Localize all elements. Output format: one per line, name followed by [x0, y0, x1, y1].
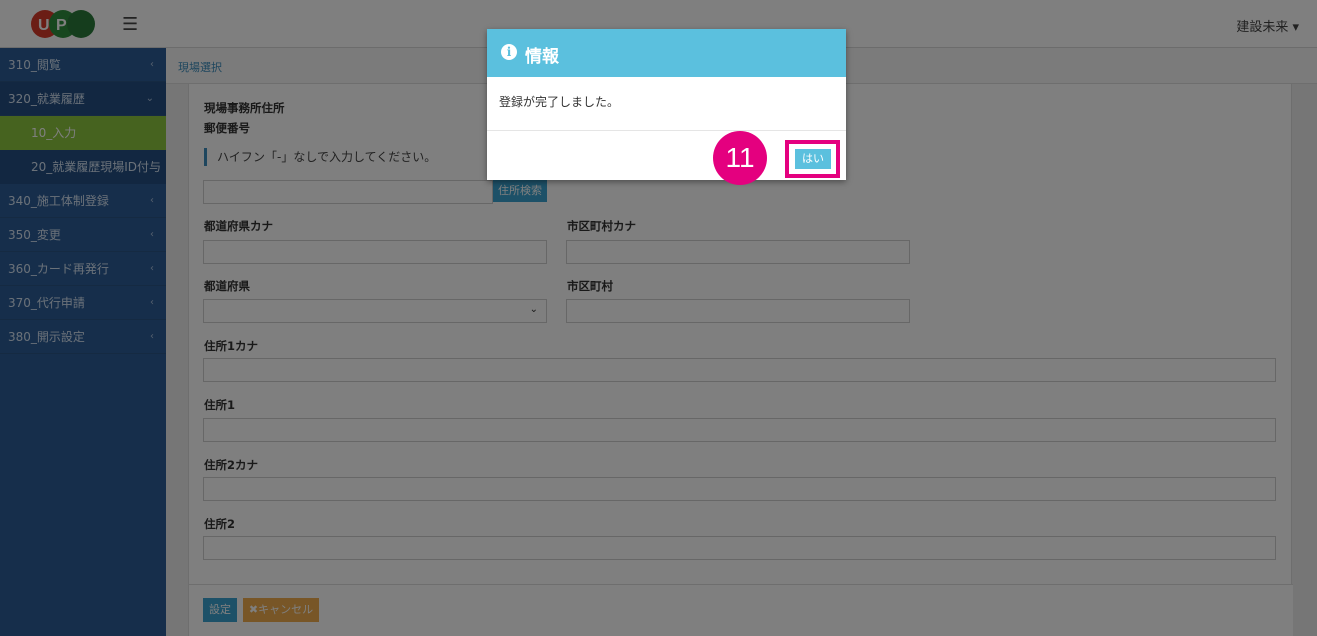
- modal-header: i 情報: [487, 29, 846, 77]
- step-number-badge: 11: [713, 131, 767, 185]
- highlight-frame: はい: [785, 140, 840, 178]
- info-icon: i: [501, 44, 517, 60]
- modal-title: 情報: [525, 47, 559, 67]
- ok-button[interactable]: はい: [793, 149, 831, 169]
- modal-body: 登録が完了しました。: [487, 77, 846, 131]
- info-modal: i 情報 登録が完了しました。 はい: [487, 29, 846, 180]
- modal-message: 登録が完了しました。: [499, 95, 620, 109]
- modal-footer: はい: [487, 131, 846, 180]
